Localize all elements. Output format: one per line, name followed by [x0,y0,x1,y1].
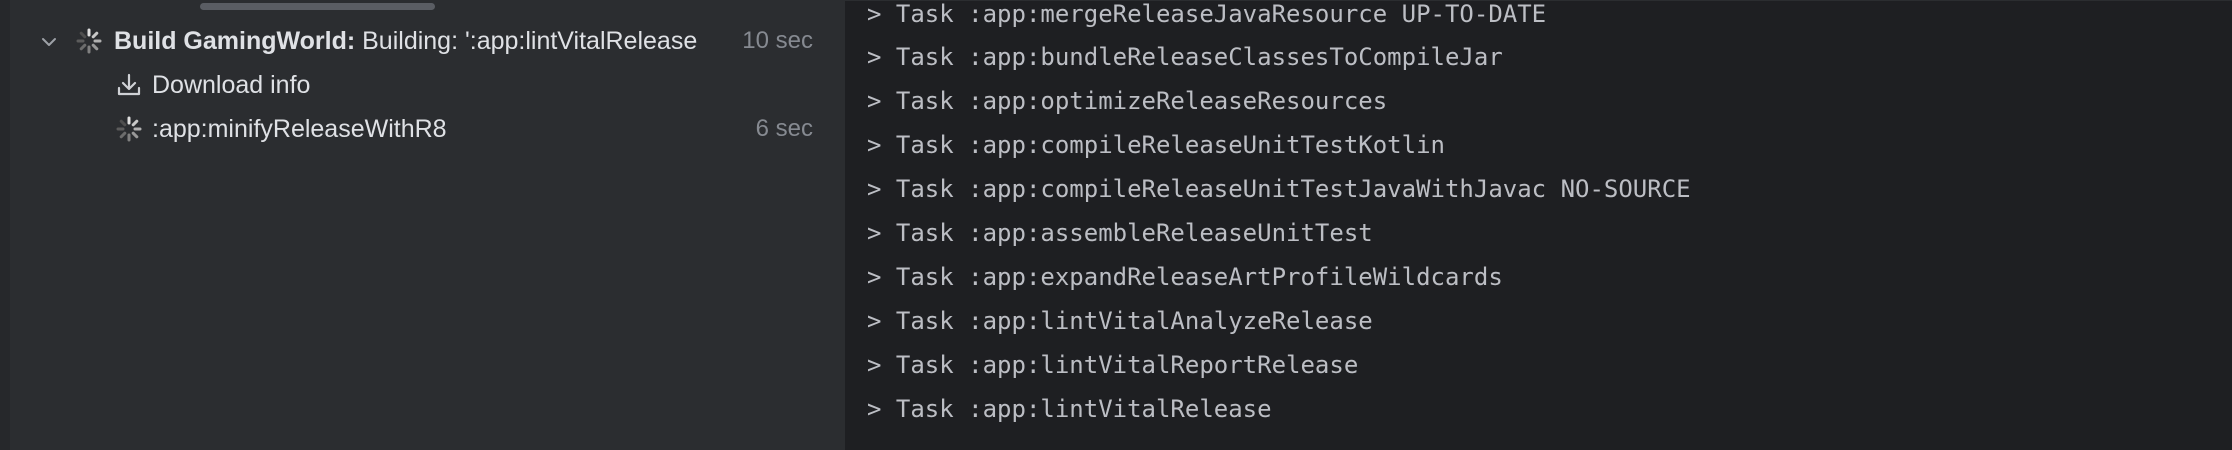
console-line: > Task :app:mergeReleaseJavaResource UP-… [867,0,1547,28]
console-line: > Task :app:compileReleaseUnitTestJavaWi… [867,175,1691,203]
console-line: > Task :app:lintVitalRelease [867,395,1272,423]
console-line: > Task :app:compileReleaseUnitTestKotlin [867,131,1445,159]
spinner-icon [75,27,103,55]
console-line: > Task :app:bundleReleaseClassesToCompil… [867,43,1503,71]
download-icon [115,71,143,99]
minify-task-label: :app:minifyReleaseWithR8 [152,115,447,143]
build-console-output[interactable]: > Task :app:mergeReleaseJavaResource UP-… [845,0,2232,450]
console-line: > Task :app:optimizeReleaseResources [867,87,1388,115]
spinner-icon [115,115,143,143]
console-line: > Task :app:expandReleaseArtProfileWildc… [867,263,1503,291]
download-info-label: Download info [152,71,311,99]
build-duration: 10 sec [742,27,813,54]
console-line: > Task :app:assembleReleaseUnitTest [867,219,1373,247]
console-line: > Task :app:lintVitalAnalyzeRelease [867,307,1373,335]
console-line: > Task :app:lintVitalReportRelease [867,351,1359,379]
horizontal-scrollbar-thumb[interactable] [200,3,435,10]
tree-node-download-info[interactable]: Download info [0,65,845,105]
tree-node-minify[interactable]: :app:minifyReleaseWithR8 6 sec [0,109,845,149]
build-node-text: Build GamingWorld: Building: ':app:lintV… [114,27,697,55]
tree-node-build[interactable]: Build GamingWorld: Building: ':app:lintV… [0,21,845,61]
build-status: Building: ':app:lintVitalRelease [355,27,698,55]
minify-duration: 6 sec [755,115,813,142]
build-tree-panel[interactable]: Build GamingWorld: Building: ':app:lintV… [0,0,845,450]
chevron-down-icon[interactable] [38,31,60,53]
build-title: Build GamingWorld: [114,27,356,55]
build-tool-window: Build GamingWorld: Building: ':app:lintV… [0,0,2232,450]
